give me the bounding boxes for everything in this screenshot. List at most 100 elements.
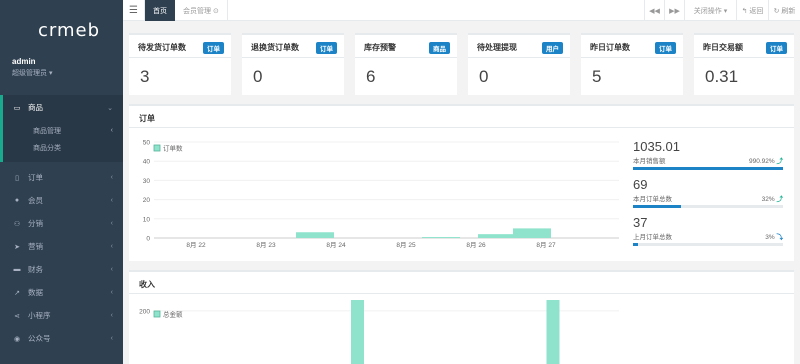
chevron-left-icon: ‹: [110, 266, 113, 273]
chevron-left-icon: ‹: [110, 243, 113, 250]
stat-monthly-sales: 1035.01 本月销售额 990.92% ⤴: [633, 139, 783, 170]
y-tick-label: 40: [143, 159, 151, 166]
stat-progress: [633, 167, 783, 170]
sidebar-item-label: 商品: [28, 103, 43, 112]
legend-label: 总金额: [163, 310, 183, 319]
stat-percent: 32%: [761, 196, 775, 203]
back-button[interactable]: ↰ 返回: [736, 0, 768, 21]
arrow-up-icon: ⤴: [776, 158, 784, 165]
stat-card-pending-shipment: 待发货订单数 订单 3: [129, 33, 231, 95]
stat-label: 上月订单总数: [633, 234, 672, 241]
card-badge: 商品: [429, 42, 450, 54]
stat-progress: [633, 243, 783, 246]
bar: [546, 300, 560, 364]
bar: [478, 234, 516, 238]
top-bar: ☰ 首页 会员管理 ⊙ ◀◀ ▶▶ 关闭操作 ▾ ↰ 返回 ↻ 刷新: [123, 0, 800, 21]
legend-swatch: [153, 310, 161, 318]
card-value: 6: [366, 67, 376, 86]
sidebar-item-data[interactable]: ↗ 数据 ‹: [0, 281, 123, 304]
sidebar-item-members[interactable]: ● 会员 ‹: [0, 189, 123, 212]
close-operations-dropdown[interactable]: 关闭操作 ▾: [684, 0, 736, 21]
stat-percent: 3%: [765, 234, 775, 241]
sidebar-menu: ▭ 商品 ⌄ 商品管理 ‹ 商品分类 ▯ 订单 ‹ ● 会员 ‹ ⚇ 分销 ‹ …: [0, 95, 123, 350]
products-submenu: 商品管理 ‹ 商品分类: [0, 120, 123, 162]
sidebar-item-finance[interactable]: ▬ 财务 ‹: [0, 258, 123, 281]
stat-progress: [633, 205, 783, 208]
sidebar-item-distribution[interactable]: ⚇ 分销 ‹: [0, 212, 123, 235]
file-icon: ▯: [15, 174, 19, 182]
sidebar-item-orders[interactable]: ▯ 订单 ‹: [0, 166, 123, 189]
stat-card-stock-warning: 库存预警 商品 6: [355, 33, 457, 95]
sidebar-item-products[interactable]: ▭ 商品 ⌄: [0, 95, 123, 120]
stat-card-yesterday-revenue: 昨日交易额 订单 0.31: [694, 33, 794, 95]
chevron-left-icon: ‹: [110, 312, 113, 319]
card-title: 退换货订单数: [251, 43, 299, 52]
users-icon: ⚇: [13, 220, 21, 228]
x-tick-label: 8月 22: [186, 241, 206, 249]
stat-monthly-orders: 69 本月订单总数 32% ⤴: [633, 177, 783, 208]
sidebar-item-miniprogram[interactable]: ⋖ 小程序 ‹: [0, 304, 123, 327]
bar: [351, 300, 364, 364]
stat-value: 37: [633, 215, 648, 230]
user-name[interactable]: admin: [12, 57, 36, 66]
y-tick-label: 50: [143, 140, 151, 147]
stat-card-pending-withdrawal: 待处理提现 用户 0: [468, 33, 570, 95]
bar: [513, 228, 551, 238]
submenu-item-product-management[interactable]: 商品管理 ‹: [3, 122, 123, 139]
stat-value: 1035.01: [633, 139, 680, 154]
legend-label: 订单数: [163, 144, 183, 153]
stat-card-returns: 退换货订单数 订单 0: [242, 33, 344, 95]
arrow-down-icon: ⤵: [776, 234, 784, 241]
y-tick-label: 200: [139, 308, 150, 315]
x-tick-label: 8月 25: [396, 241, 416, 249]
income-chart: 200300400总金额: [139, 300, 619, 364]
scroll-tabs-left-icon[interactable]: ◀◀: [644, 0, 664, 21]
scroll-tabs-right-icon[interactable]: ▶▶: [664, 0, 684, 21]
x-tick-label: 8月 27: [536, 241, 556, 249]
tab-home[interactable]: 首页: [145, 0, 175, 21]
sidebar-item-wechat[interactable]: ◉ 公众号 ‹: [0, 327, 123, 350]
laptop-icon: ▭: [13, 104, 21, 112]
panel-title: 收入: [139, 280, 155, 289]
bar: [296, 232, 334, 238]
menu-toggle-icon[interactable]: ☰: [123, 0, 145, 21]
stat-label: 本月订单总数: [633, 196, 672, 203]
send-icon: ➤: [14, 243, 20, 251]
card-value: 0: [479, 67, 489, 86]
card-badge: 订单: [316, 42, 337, 54]
card-value: 5: [592, 67, 602, 86]
refresh-button[interactable]: ↻ 刷新: [768, 0, 800, 21]
stat-label: 本月销售额: [633, 158, 666, 165]
chevron-left-icon: ‹: [110, 127, 113, 134]
money-icon: ▬: [13, 266, 21, 273]
card-title: 库存预警: [364, 43, 396, 52]
y-tick-label: 20: [143, 197, 151, 204]
sidebar-item-marketing[interactable]: ➤ 营销 ‹: [0, 235, 123, 258]
stat-card-yesterday-orders: 昨日订单数 订单 5: [581, 33, 683, 95]
chevron-left-icon: ‹: [110, 197, 113, 204]
card-badge: 用户: [542, 42, 563, 54]
submenu-item-product-category[interactable]: 商品分类: [3, 139, 123, 156]
stat-value: 69: [633, 177, 648, 192]
sidebar: crmeb admin 超级管理员 ▾ ▭ 商品 ⌄ 商品管理 ‹ 商品分类 ▯…: [0, 0, 123, 364]
card-value: 3: [140, 67, 150, 86]
x-tick-label: 8月 26: [466, 241, 486, 249]
chevron-left-icon: ‹: [110, 174, 113, 181]
card-title: 待发货订单数: [138, 43, 186, 52]
card-value: 0.31: [705, 67, 739, 86]
card-badge: 订单: [766, 42, 787, 54]
card-title: 待处理提现: [477, 43, 517, 52]
user-role-dropdown[interactable]: 超级管理员 ▾: [12, 68, 52, 78]
orders-chart: 0 10 20 30 40 50 8月 22 8月 23 8月 24 8月 25 8月 26 8月 2…: [143, 140, 619, 249]
y-tick-label: 0: [146, 236, 150, 243]
user-icon: ●: [14, 197, 20, 204]
card-badge: 订单: [655, 42, 676, 54]
tab-member-management[interactable]: 会员管理 ⊙: [175, 0, 228, 21]
stat-percent: 990.92%: [749, 158, 775, 165]
bar: [422, 237, 460, 238]
share-icon: ⋖: [14, 312, 20, 320]
crmeb-logo: crmeb: [38, 20, 101, 41]
panel-title: 订单: [139, 114, 155, 123]
card-badge: 订单: [203, 42, 224, 54]
card-title: 昨日订单数: [590, 43, 630, 52]
